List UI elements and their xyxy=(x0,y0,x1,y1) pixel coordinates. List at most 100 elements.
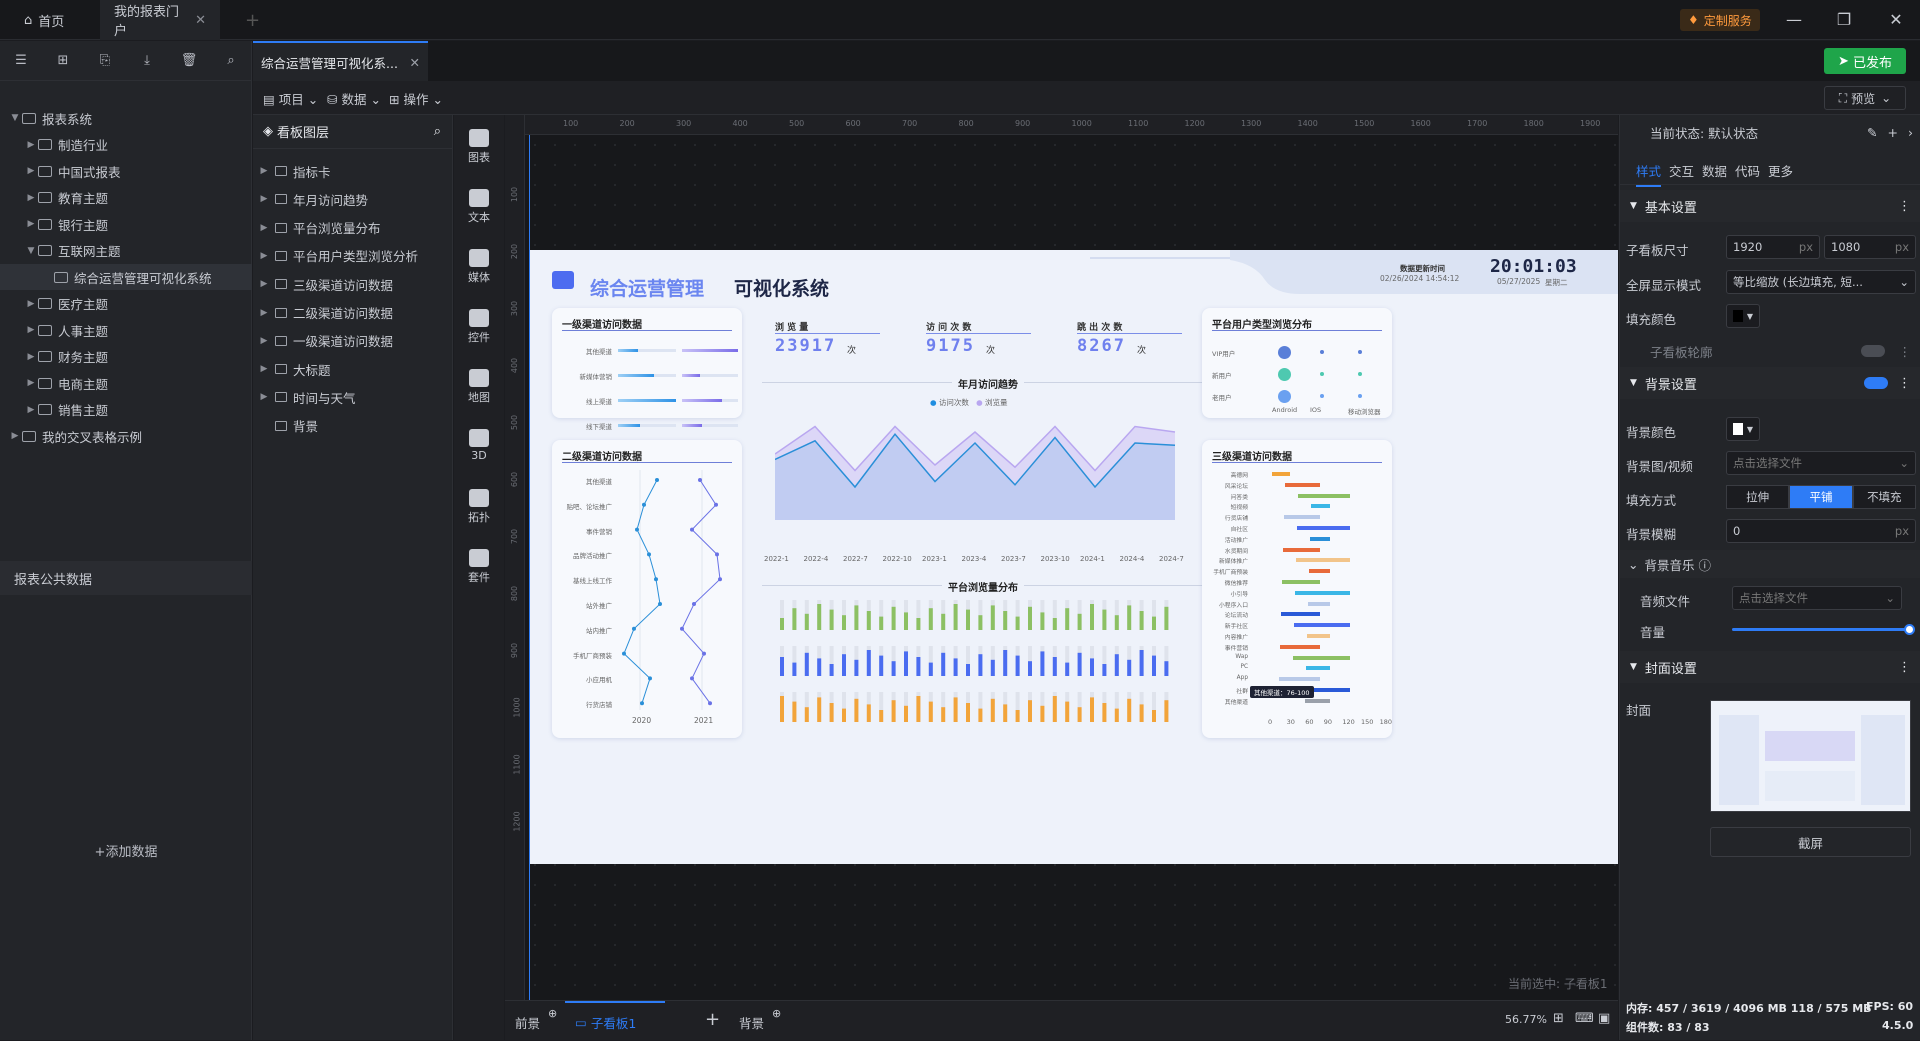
tab-3[interactable]: 代码 xyxy=(1735,161,1760,180)
plus-circle-icon[interactable]: ⊕ xyxy=(548,1007,557,1020)
new-tab-button[interactable]: + xyxy=(245,10,260,31)
component-1[interactable]: 文本 xyxy=(454,189,504,225)
tree-item[interactable]: ▶ 财务主题 xyxy=(0,344,252,370)
component-4[interactable]: 地图 xyxy=(454,369,504,405)
fill-color-picker[interactable]: ▼ xyxy=(1726,304,1760,328)
new-folder-icon[interactable]: ⊞ xyxy=(52,50,74,72)
more-icon[interactable]: ⋮ xyxy=(1898,376,1911,391)
tree-item[interactable]: ▶ 医疗主题 xyxy=(0,291,252,317)
minimize-button[interactable]: — xyxy=(1782,8,1806,32)
add-board-button[interactable]: + xyxy=(705,1009,720,1030)
layer-item[interactable]: ▶ 大标题 xyxy=(253,355,453,383)
tree-item[interactable]: ▼ 互联网主题 xyxy=(0,238,252,264)
tree-item[interactable]: ▶ 教育主题 xyxy=(0,185,252,211)
tab-2[interactable]: 数据 xyxy=(1702,161,1727,180)
more-icon[interactable]: ⋮ xyxy=(1898,199,1911,214)
tab-4[interactable]: 更多 xyxy=(1768,161,1793,180)
layer-item[interactable]: ▶ 平台用户类型浏览分析 xyxy=(253,242,453,270)
preview-button[interactable]: ⛶ 预览 ⌄ xyxy=(1824,86,1906,110)
zoom-level[interactable]: 56.77% xyxy=(1505,1013,1547,1026)
layer-item[interactable]: ▶ 指标卡 xyxy=(253,157,453,185)
tree-item[interactable]: ▶ 销售主题 xyxy=(0,397,252,423)
height-input[interactable]: 1080 px xyxy=(1824,235,1916,259)
blur-input[interactable]: 0 px xyxy=(1726,519,1916,543)
layer-item[interactable]: ▶ 二级渠道访问数据 xyxy=(253,299,453,327)
component-7[interactable]: 套件 xyxy=(454,549,504,585)
close-icon[interactable]: ✕ xyxy=(195,13,206,28)
tree-item[interactable]: ▶ 银行主题 xyxy=(0,211,252,237)
search-icon[interactable]: ⌕ xyxy=(220,50,242,72)
layer-item[interactable]: ▶ 平台浏览量分布 xyxy=(253,214,453,242)
public-data-header[interactable]: 报表公共数据 xyxy=(0,561,252,595)
toggle-switch[interactable] xyxy=(1864,377,1888,389)
layer-item[interactable]: ▶ 年月访问趋势 xyxy=(253,185,453,213)
portal-tab[interactable]: 我的报表门户 ✕ xyxy=(100,0,220,40)
kpi-unit: 次 xyxy=(1137,346,1147,356)
sub-board[interactable]: 综合运营管理 可视化系统 数据更新时间 02/26/2024 14:54:12 … xyxy=(530,250,1618,864)
fill-mode-0[interactable]: 拉伸 xyxy=(1726,485,1790,509)
sub-board-tab[interactable]: ▭ 子看板1 xyxy=(565,1001,665,1041)
tree-item[interactable]: ▶ 中国式报表 xyxy=(0,158,252,184)
channel-label: 行货店铺 xyxy=(1224,516,1248,523)
foreground-tab[interactable]: 前景 xyxy=(515,1013,540,1032)
tree-item[interactable]: ▶ 电商主题 xyxy=(0,370,252,396)
volume-slider[interactable] xyxy=(1732,628,1912,631)
restore-button[interactable]: ❐ xyxy=(1832,8,1856,32)
component-5[interactable]: 3D xyxy=(454,429,504,462)
plus-icon[interactable]: + xyxy=(1888,125,1898,140)
terminal-icon[interactable]: ▣ xyxy=(1598,1011,1610,1026)
component-6[interactable]: 拓扑 xyxy=(454,489,504,525)
fill-mode-2[interactable]: 不填充 xyxy=(1852,485,1916,509)
layer-item[interactable]: 背景 xyxy=(253,412,453,440)
tree-item[interactable]: ▶ 人事主题 xyxy=(0,317,252,343)
component-2[interactable]: 媒体 xyxy=(454,249,504,285)
width-input[interactable]: 1920 px xyxy=(1726,235,1820,259)
close-window-button[interactable]: ✕ xyxy=(1884,8,1908,32)
delete-icon[interactable]: 🗑 xyxy=(178,50,200,72)
menu-icon[interactable]: ☰ xyxy=(10,50,32,72)
screenshot-button[interactable]: 截屏 xyxy=(1710,827,1911,857)
more-icon[interactable]: ⋮ xyxy=(1898,660,1911,675)
tree-item[interactable]: 综合运营管理可视化系统 xyxy=(0,264,252,290)
edit-icon[interactable]: ✎ xyxy=(1867,125,1877,140)
fullscreen-select[interactable]: 等比缩放 (长边填充, 短... ⌄ xyxy=(1726,270,1916,294)
tree-item[interactable]: ▶ 制造行业 xyxy=(0,132,252,158)
keyboard-icon[interactable]: ⌨ xyxy=(1575,1011,1594,1026)
document-tab[interactable]: 综合运营管理可视化系... ✕ xyxy=(253,41,428,81)
basic-settings-header[interactable]: ▼ 基本设置 ⋮ xyxy=(1620,190,1920,222)
custom-service-button[interactable]: ♦ 定制服务 xyxy=(1680,9,1760,31)
new-file-icon[interactable]: ⎘ xyxy=(94,50,116,72)
tab-1[interactable]: 交互 xyxy=(1669,161,1694,180)
volume-handle[interactable] xyxy=(1904,624,1915,635)
component-0[interactable]: 图表 xyxy=(454,129,504,165)
operation-menu[interactable]: ⊞ 操作 ⌄ xyxy=(389,89,443,108)
toggle-switch[interactable] xyxy=(1860,345,1885,357)
background-settings-header[interactable]: ▼ 背景设置 ⋮ xyxy=(1620,367,1920,399)
cover-settings-header[interactable]: ▼ 封面设置 ⋮ xyxy=(1620,651,1920,683)
tab-0[interactable]: 样式 xyxy=(1636,161,1662,187)
chevron-right-icon[interactable]: › xyxy=(1908,125,1913,140)
published-button[interactable]: ➤ 已发布 xyxy=(1824,48,1906,74)
plus-circle-icon[interactable]: ⊕ xyxy=(772,1007,781,1020)
search-icon[interactable]: ⌕ xyxy=(434,124,441,139)
add-data-button[interactable]: +添加数据 xyxy=(0,841,252,860)
background-tab[interactable]: 背景 xyxy=(739,1013,764,1032)
layer-item[interactable]: ▶ 一级渠道访问数据 xyxy=(253,327,453,355)
project-menu[interactable]: ▤ 项目 ⌄ xyxy=(263,89,318,108)
bg-image-select[interactable]: 点击选择文件 ⌄ xyxy=(1726,451,1916,475)
tree-item[interactable]: ▶ 我的交叉表格示例 xyxy=(0,423,252,449)
close-icon[interactable]: ✕ xyxy=(410,55,420,70)
more-icon[interactable]: ⋮ xyxy=(1899,344,1912,359)
fit-screen-icon[interactable]: ⊞ xyxy=(1553,1011,1564,1026)
music-header[interactable]: ⌄ 背景音乐 ⓘ xyxy=(1620,550,1920,578)
layer-item[interactable]: ▶ 三级渠道访问数据 xyxy=(253,270,453,298)
download-icon[interactable]: ⤓ xyxy=(136,50,158,72)
audio-select[interactable]: 点击选择文件 ⌄ xyxy=(1732,586,1902,610)
bg-color-picker[interactable]: ▼ xyxy=(1726,417,1760,441)
fill-mode-1[interactable]: 平铺 xyxy=(1789,485,1853,509)
home-tab[interactable]: ⌂ 首页 xyxy=(10,0,90,40)
layer-item[interactable]: ▶ 时间与天气 xyxy=(253,383,453,411)
component-3[interactable]: 控件 xyxy=(454,309,504,345)
tree-item[interactable]: ▼ 报表系统 xyxy=(0,105,252,131)
data-menu[interactable]: ⛁ 数据 ⌄ xyxy=(327,89,381,108)
